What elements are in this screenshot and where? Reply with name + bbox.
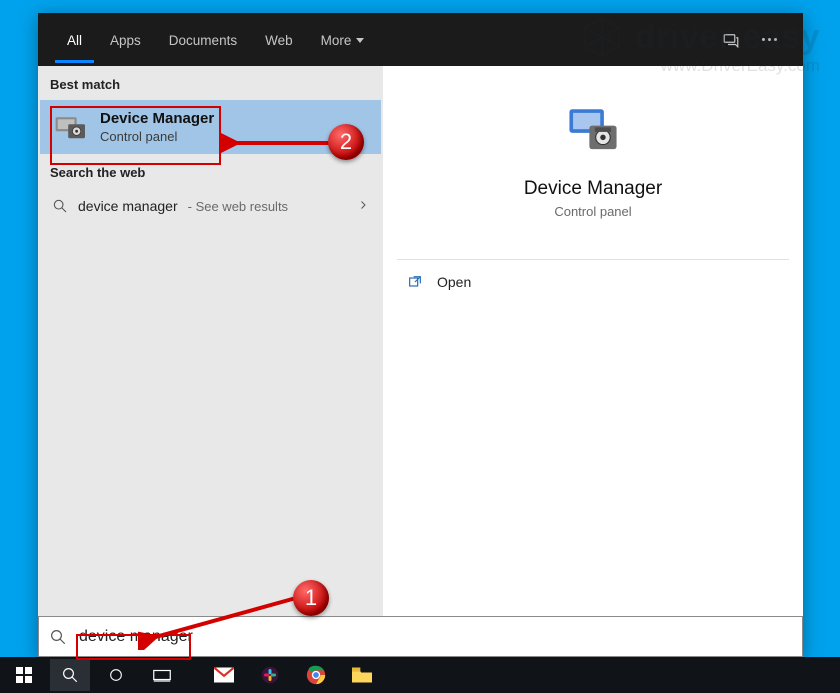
preview-subtitle: Control panel — [554, 204, 631, 219]
file-explorer-icon[interactable] — [342, 659, 382, 691]
best-match-header: Best match — [38, 66, 383, 100]
results-columns: Best match Device Manager Control panel — [38, 66, 803, 616]
annotation-step-1: 1 — [293, 580, 329, 616]
web-result-query: device manager — [78, 198, 178, 214]
open-action[interactable]: Open — [383, 260, 803, 304]
web-result-suffix: - See web results — [188, 199, 288, 214]
best-match-text: Device Manager Control panel — [100, 110, 214, 144]
taskbar — [0, 657, 840, 693]
annotation-arrow-1 — [138, 590, 298, 650]
best-match-subtitle: Control panel — [100, 129, 214, 144]
annotation-arrow-2 — [221, 131, 335, 155]
slack-icon[interactable] — [250, 659, 290, 691]
web-header: Search the web — [38, 154, 383, 188]
chevron-down-icon — [356, 38, 364, 43]
device-manager-icon — [54, 112, 88, 142]
more-options-icon[interactable] — [752, 23, 786, 57]
best-match-title: Device Manager — [100, 110, 214, 127]
device-manager-large-icon — [564, 102, 622, 160]
tab-all[interactable]: All — [55, 17, 94, 63]
search-icon — [52, 198, 68, 214]
annotation-step-2: 2 — [328, 124, 364, 160]
filter-tabs: All Apps Documents Web More — [38, 13, 803, 66]
preview-title: Device Manager — [524, 178, 662, 200]
tab-more-label: More — [321, 33, 352, 48]
task-view-icon[interactable] — [142, 659, 182, 691]
chrome-icon[interactable] — [296, 659, 336, 691]
preview-pane: Device Manager Control panel Open — [383, 66, 803, 616]
chevron-right-icon — [357, 198, 369, 214]
open-icon — [407, 274, 423, 290]
start-button[interactable] — [4, 659, 44, 691]
gmail-icon[interactable] — [204, 659, 244, 691]
cortana-icon[interactable] — [96, 659, 136, 691]
tab-web[interactable]: Web — [253, 17, 305, 63]
tab-more[interactable]: More — [309, 17, 377, 63]
start-search-panel: All Apps Documents Web More Best match — [38, 13, 803, 657]
tab-apps[interactable]: Apps — [98, 17, 153, 63]
search-icon — [49, 628, 67, 646]
preview-header: Device Manager Control panel — [383, 66, 803, 241]
web-result-item[interactable]: device manager - See web results — [38, 188, 383, 224]
tab-documents[interactable]: Documents — [157, 17, 249, 63]
feedback-icon[interactable] — [714, 23, 748, 57]
open-label: Open — [437, 274, 471, 290]
taskbar-search[interactable] — [50, 659, 90, 691]
